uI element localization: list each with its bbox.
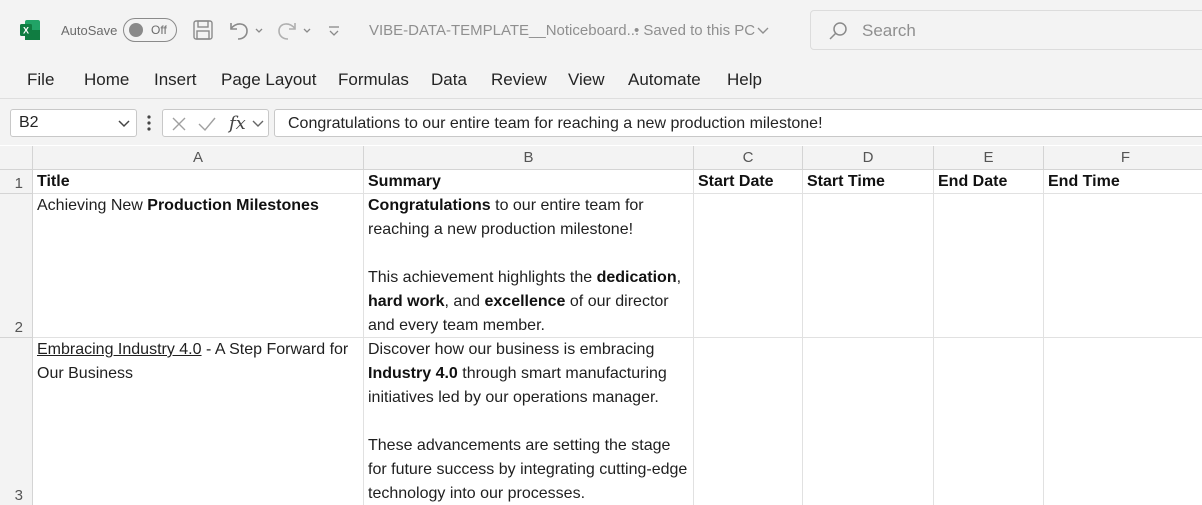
document-title[interactable]: VIBE-DATA-TEMPLATE__Noticeboard...: [369, 22, 639, 39]
column-header-a[interactable]: A: [33, 146, 364, 170]
search-box[interactable]: Search: [810, 10, 1202, 50]
row-header-3[interactable]: 3: [0, 338, 33, 505]
summary-paragraph: Discover how our business is embracing I…: [368, 341, 667, 406]
column-header-d[interactable]: D: [803, 146, 934, 170]
summary-paragraph: Congratulations to our entire team for r…: [368, 197, 644, 238]
cell-a3[interactable]: Embracing Industry 4.0 - A Step Forward …: [33, 338, 364, 505]
column-header-e[interactable]: E: [934, 146, 1044, 170]
save-icon[interactable]: [192, 18, 214, 42]
excel-logo-icon[interactable]: X: [19, 19, 41, 41]
autosave-label: AutoSave: [61, 23, 118, 38]
select-all-corner[interactable]: [0, 146, 33, 170]
title-bold-text: Production Milestones: [147, 197, 319, 214]
cell-c1[interactable]: Start Date: [694, 170, 803, 194]
tab-file[interactable]: File: [27, 70, 54, 90]
formula-input[interactable]: Congratulations to our entire team for r…: [274, 109, 1202, 137]
cell-d2[interactable]: [803, 194, 934, 338]
cell-b1[interactable]: Summary: [364, 170, 694, 194]
more-options-icon[interactable]: [145, 114, 153, 132]
cancel-icon[interactable]: [170, 115, 188, 133]
tab-insert[interactable]: Insert: [154, 70, 197, 90]
redo-icon[interactable]: [275, 18, 315, 42]
tab-review[interactable]: Review: [491, 70, 547, 90]
cell-e3[interactable]: [934, 338, 1044, 505]
row-header-2[interactable]: 2: [0, 194, 33, 338]
formula-bar: B2 fx Congratulations to our entire team…: [0, 99, 1202, 145]
search-placeholder: Search: [862, 21, 916, 40]
cell-b2[interactable]: Congratulations to our entire team for r…: [364, 194, 694, 338]
column-header-f[interactable]: F: [1044, 146, 1202, 170]
search-icon: [829, 22, 847, 40]
chevron-down-icon[interactable]: [117, 118, 131, 130]
summary-paragraph: These advancements are setting the stage…: [368, 437, 688, 502]
toggle-knob: [129, 23, 143, 37]
tab-view[interactable]: View: [568, 70, 605, 90]
chevron-down-icon[interactable]: [756, 18, 770, 42]
save-status[interactable]: • Saved to this PC: [634, 22, 755, 39]
formula-actions: fx: [162, 109, 269, 137]
cell-f2[interactable]: [1044, 194, 1202, 338]
autosave-state: Off: [151, 23, 167, 37]
name-box-value: B2: [19, 114, 39, 131]
cell-d3[interactable]: [803, 338, 934, 505]
svg-text:X: X: [23, 26, 29, 36]
cell-f1[interactable]: End Time: [1044, 170, 1202, 194]
tab-data[interactable]: Data: [431, 70, 467, 90]
cell-d1[interactable]: Start Time: [803, 170, 934, 194]
worksheet-grid: A B C D E F 1 2 3 Title Summary Start Da…: [0, 146, 1202, 505]
cell-f3[interactable]: [1044, 338, 1202, 505]
title-text: Achieving New: [37, 197, 148, 214]
tab-help[interactable]: Help: [727, 70, 762, 90]
cell-e1[interactable]: End Date: [934, 170, 1044, 194]
autosave-toggle[interactable]: Off: [123, 18, 177, 42]
cell-a2[interactable]: Achieving New Production Milestones: [33, 194, 364, 338]
title-link-text: Embracing Industry 4.0: [37, 341, 202, 358]
title-bar: X AutoSave Off VIBE-DATA-TEMPLATE__Notic…: [0, 0, 1202, 60]
formula-content: Congratulations to our entire team for r…: [288, 115, 823, 132]
cell-b3[interactable]: Discover how our business is embracing I…: [364, 338, 694, 505]
column-header-b[interactable]: B: [364, 146, 694, 170]
tab-automate[interactable]: Automate: [628, 70, 701, 90]
column-header-c[interactable]: C: [694, 146, 803, 170]
enter-check-icon[interactable]: [197, 115, 217, 133]
undo-icon[interactable]: [227, 18, 267, 42]
customize-toolbar-icon[interactable]: [326, 18, 342, 42]
insert-function-icon[interactable]: fx: [227, 112, 249, 136]
tab-home[interactable]: Home: [84, 70, 129, 90]
chevron-down-icon[interactable]: [251, 118, 265, 130]
cell-e2[interactable]: [934, 194, 1044, 338]
row-header-1[interactable]: 1: [0, 170, 33, 194]
name-box[interactable]: B2: [10, 109, 137, 137]
cell-a1[interactable]: Title: [33, 170, 364, 194]
tab-page-layout[interactable]: Page Layout: [221, 70, 316, 90]
summary-paragraph: This achievement highlights the dedicati…: [368, 269, 682, 334]
svg-text:fx: fx: [227, 113, 246, 134]
cell-c2[interactable]: [694, 194, 803, 338]
ribbon-tabs: File Home Insert Page Layout Formulas Da…: [0, 60, 1202, 99]
tab-formulas[interactable]: Formulas: [338, 70, 409, 90]
cell-c3[interactable]: [694, 338, 803, 505]
